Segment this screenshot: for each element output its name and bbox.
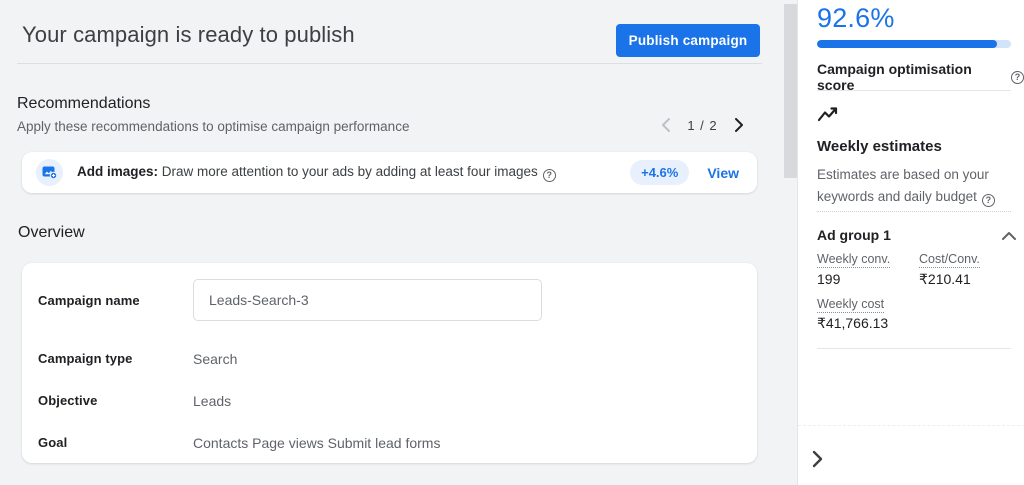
recommendation-description: Draw more attention to your ads by addin… [158, 163, 538, 179]
view-link[interactable]: View [707, 165, 739, 181]
campaign-name-label: Campaign name [38, 293, 140, 308]
recommendations-subtitle: Apply these recommendations to optimise … [17, 119, 410, 134]
sidebar-dotted-divider [817, 211, 1011, 212]
optimisation-score-label-text: Campaign optimisation score [817, 61, 972, 93]
trend-chart-icon [817, 107, 838, 122]
publish-campaign-button[interactable]: Publish campaign [616, 24, 760, 57]
weekly-estimates-subtitle: Estimates are based on your keywords and… [817, 164, 1013, 207]
page-title: Your campaign is ready to publish [22, 22, 355, 47]
weekly-cost-value: ₹41,766.13 [817, 315, 889, 331]
weekly-conv-label: Weekly conv. [817, 252, 891, 268]
collapse-sidebar-button[interactable] [812, 450, 823, 473]
recommendation-title: Add images: [77, 163, 159, 179]
objective-value: Leads [193, 393, 232, 409]
uplift-badge[interactable]: +4.6% [630, 160, 690, 185]
overview-heading: Overview [18, 224, 85, 241]
chevron-up-icon [1002, 232, 1016, 240]
score-progress-bar [817, 40, 1011, 48]
optimisation-score-value: 92.6% [817, 3, 895, 33]
add-image-icon [36, 159, 63, 186]
overview-card: Campaign name Campaign type Search Objec… [22, 263, 757, 463]
chevron-right-icon [812, 450, 823, 468]
goal-value: Contacts Page views Submit lead forms [193, 435, 441, 451]
scrollbar-thumb[interactable] [783, 4, 797, 178]
pagination-prev-button[interactable] [655, 115, 675, 135]
sidebar-dashed-divider [798, 425, 1024, 426]
help-icon[interactable] [542, 168, 556, 182]
main-panel: Your campaign is ready to publish Publis… [0, 0, 783, 485]
objective-label: Objective [38, 393, 98, 408]
score-progress-fill [817, 40, 997, 48]
pagination-next-button[interactable] [730, 115, 750, 135]
recommendation-card[interactable]: Add images: Draw more attention to your … [22, 152, 757, 193]
recommendations-pagination: 1 / 2 [655, 113, 750, 137]
recommendations-heading: Recommendations [17, 95, 151, 112]
pagination-label: 1 / 2 [687, 117, 718, 133]
campaign-name-input[interactable] [193, 279, 542, 321]
sidebar-divider [817, 348, 1011, 349]
weekly-estimates-heading: Weekly estimates [817, 138, 942, 155]
collapse-ad-group-button[interactable] [1002, 227, 1016, 245]
weekly-cost-label: Weekly cost [817, 297, 885, 313]
scrollbar-track[interactable] [783, 0, 797, 485]
cost-per-conv-value: ₹210.41 [919, 271, 971, 287]
estimates-sidebar: 92.6% Campaign optimisation score Weekly… [797, 0, 1024, 485]
cost-per-conv-label: Cost/Conv. [919, 252, 980, 268]
goal-label: Goal [38, 435, 68, 450]
chevron-right-icon [735, 118, 744, 132]
sidebar-divider [817, 90, 1011, 91]
campaign-type-label: Campaign type [38, 351, 133, 366]
help-icon[interactable] [981, 193, 995, 207]
optimisation-score-label: Campaign optimisation score [817, 61, 1024, 93]
weekly-estimates-subtitle-text: Estimates are based on your keywords and… [817, 167, 989, 204]
campaign-type-value: Search [193, 351, 238, 367]
weekly-conv-value: 199 [817, 271, 841, 287]
header-divider [17, 63, 762, 64]
ad-group-title: Ad group 1 [817, 227, 891, 243]
recommendation-text: Add images: Draw more attention to your … [77, 164, 556, 182]
chevron-left-icon [661, 118, 670, 132]
help-icon[interactable] [1011, 70, 1024, 84]
